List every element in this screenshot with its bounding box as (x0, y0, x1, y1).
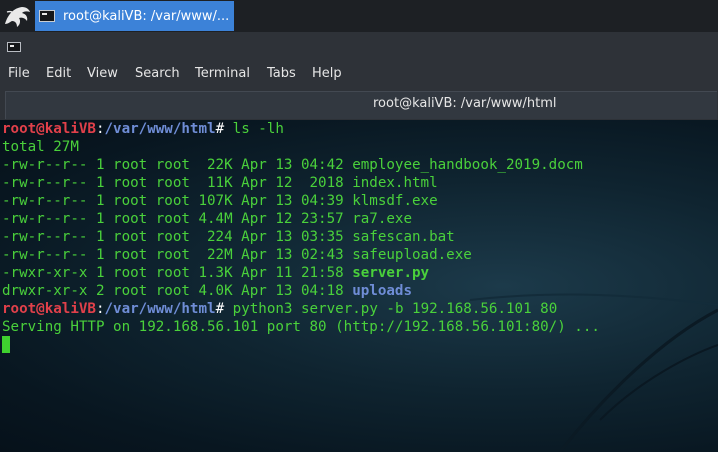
listing-row: -rw-r--r-- 1 root root 22M Apr 13 02:43 … (2, 247, 472, 263)
menu-terminal[interactable]: Terminal (195, 66, 250, 81)
listing-row: -rw-r--r-- 1 root root 4.4M Apr 12 23:57… (2, 211, 413, 227)
prompt-separator: : (95, 301, 105, 317)
menu-help[interactable]: Help (312, 66, 342, 81)
menu-edit[interactable]: Edit (46, 66, 71, 81)
prompt-user-host: root@kaliVB (2, 301, 96, 317)
listing-row: -rwxr-xr-x 1 root root 1.3K Apr 11 21:58… (2, 265, 430, 281)
terminal-icon (39, 10, 55, 22)
command-ls: ls -lh (232, 121, 284, 137)
listing-row: -rw-r--r-- 1 root root 22K Apr 13 04:42 … (2, 157, 583, 173)
command-python: python3 server.py -b 192.168.56.101 80 (232, 301, 558, 317)
taskbar-window-button[interactable]: root@kaliVB: /var/www/... (35, 1, 234, 31)
prompt-path: /var/www/html (104, 301, 216, 317)
menu-view[interactable]: View (87, 66, 118, 81)
prompt-separator: : (95, 121, 105, 137)
prompt-user-host: root@kaliVB (2, 121, 96, 137)
terminal-cursor (2, 336, 10, 353)
kali-menu-icon[interactable] (2, 2, 32, 30)
terminal-output: root@kaliVB:/var/www/html# ls -lh total … (2, 120, 600, 336)
prompt-path: /var/www/html (104, 121, 216, 137)
terminal-tab[interactable] (5, 91, 717, 119)
listing-row: drwxr-xr-x 2 root root 4.0K Apr 13 04:18… (2, 283, 413, 299)
serving-line: Serving HTTP on 192.168.56.101 port 80 (… (2, 319, 600, 335)
menu-search[interactable]: Search (135, 66, 180, 81)
prompt-end: # (215, 301, 233, 317)
prompt-end: # (215, 121, 233, 137)
menu-file[interactable]: File (8, 66, 30, 81)
terminal-area[interactable]: root@kaliVB:/var/www/html# ls -lh total … (0, 120, 718, 452)
listing-row: -rw-r--r-- 1 root root 11K Apr 12 2018 i… (2, 175, 438, 191)
window-terminal-icon (7, 42, 21, 52)
total-line: total 27M (2, 139, 79, 155)
tab-title: root@kaliVB: /var/www/html (373, 96, 557, 111)
menu-tabs[interactable]: Tabs (267, 66, 296, 81)
menu-bar: File Edit View Search Terminal Tabs Help (0, 62, 718, 88)
taskbar-window-label: root@kaliVB: /var/www/... (63, 8, 230, 24)
window-header (0, 32, 718, 62)
listing-row: -rw-r--r-- 1 root root 224 Apr 13 03:35 … (2, 229, 455, 245)
listing-row: -rw-r--r-- 1 root root 107K Apr 13 04:39… (2, 193, 438, 209)
